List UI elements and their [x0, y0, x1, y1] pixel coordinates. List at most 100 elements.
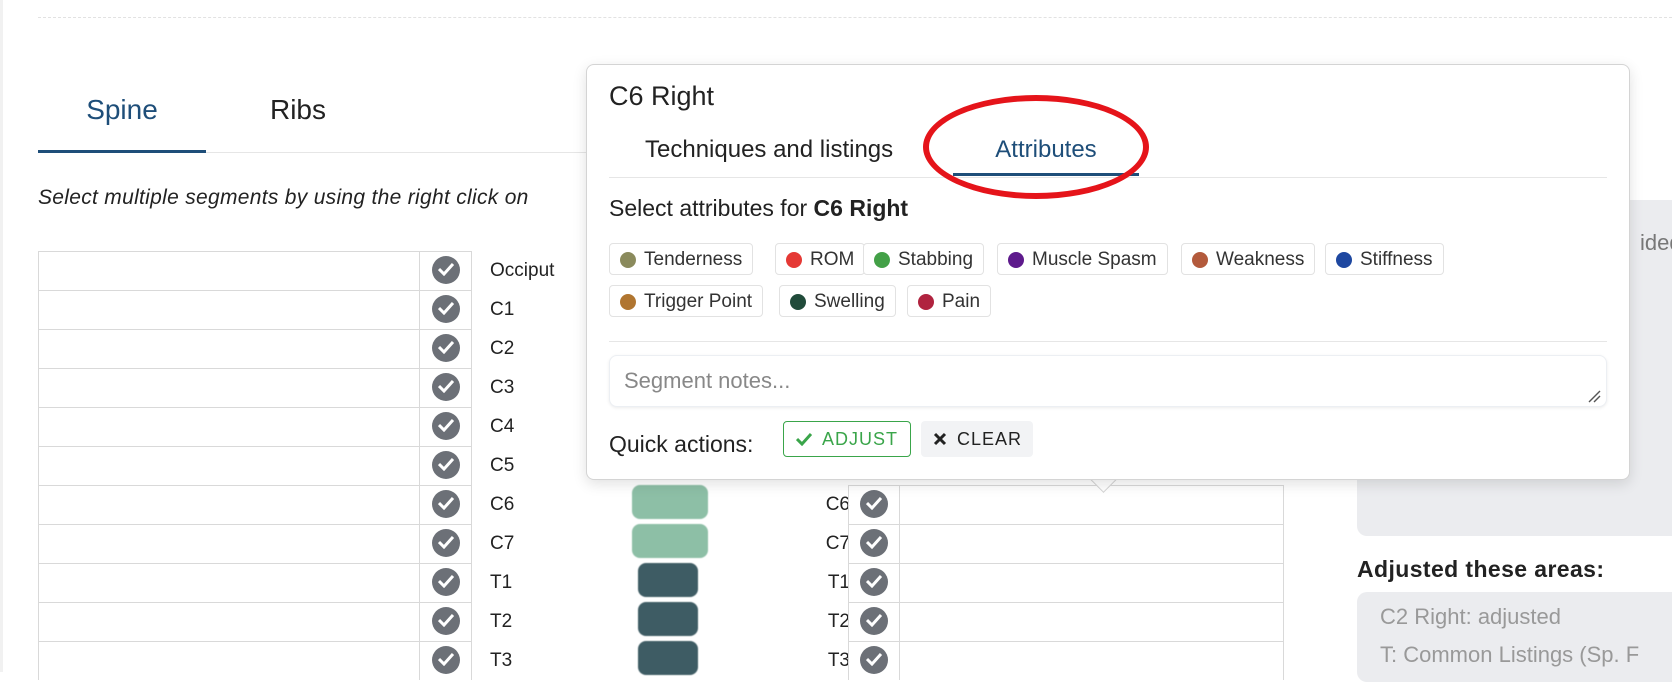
attribute-color-dot	[1192, 252, 1208, 268]
segment-left-cell[interactable]	[38, 407, 420, 446]
check-icon-glyph	[438, 419, 454, 432]
check-icon-glyph	[438, 575, 454, 588]
segment-label: C2	[490, 338, 515, 359]
check-circle-icon[interactable]	[432, 451, 460, 479]
check-circle-icon[interactable]	[860, 568, 888, 596]
segment-right-cell[interactable]	[900, 485, 1284, 524]
segment-label: Occiput	[490, 260, 555, 281]
segment-label: T2	[490, 611, 513, 632]
check-circle-icon[interactable]	[432, 334, 460, 362]
tab-spine[interactable]: Spine	[38, 78, 206, 153]
segment-left-cell[interactable]	[38, 524, 420, 563]
attribute-chip[interactable]: Trigger Point	[609, 285, 764, 317]
attribute-color-dot	[1008, 252, 1024, 268]
top-divider	[38, 17, 1672, 18]
segment-label: C3	[490, 377, 515, 398]
attribute-chip-label: Tenderness	[644, 249, 743, 270]
adjust-button[interactable]: ADJUST	[783, 421, 911, 457]
segment-label: C5	[490, 455, 515, 476]
attribute-color-dot	[790, 294, 806, 310]
attribute-color-dot	[1336, 252, 1352, 268]
segment-label: C6	[825, 494, 850, 515]
select-attributes-heading: Select attributes for C6 Right	[609, 195, 908, 222]
attribute-chip[interactable]: Stiffness	[1325, 243, 1444, 275]
attribute-chip[interactable]: Tenderness	[609, 243, 754, 275]
check-circle-icon[interactable]	[860, 607, 888, 635]
select-attributes-target: C6 Right	[813, 195, 909, 221]
check-circle-icon[interactable]	[432, 412, 460, 440]
segment-left-cell[interactable]	[38, 290, 420, 329]
clear-button[interactable]: CLEAR	[921, 421, 1033, 457]
attribute-color-dot	[918, 294, 934, 310]
check-icon-glyph	[866, 575, 882, 588]
attribute-chip[interactable]: Muscle Spasm	[997, 243, 1168, 275]
segment-label: C7	[490, 533, 515, 554]
check-circle-icon[interactable]	[432, 529, 460, 557]
check-circle-icon[interactable]	[432, 373, 460, 401]
attribute-chip[interactable]: Swelling	[779, 285, 896, 317]
check-circle-icon[interactable]	[860, 490, 888, 518]
segment-left-cell[interactable]	[38, 485, 420, 524]
check-icon-glyph	[438, 614, 454, 627]
check-icon-glyph	[438, 341, 454, 354]
segment-right-cell[interactable]	[900, 524, 1284, 563]
segment-label: C4	[490, 416, 515, 437]
segment-popover: C6 Right Techniques and listings Attribu…	[586, 64, 1630, 480]
attribute-chip[interactable]: Pain	[907, 285, 992, 317]
left-edge-border	[0, 0, 3, 672]
attribute-chip-label: Muscle Spasm	[1032, 249, 1157, 270]
attribute-chip-label: Weakness	[1216, 249, 1305, 270]
attribute-chip-label: Trigger Point	[644, 291, 753, 312]
segment-left-cell[interactable]	[38, 602, 420, 641]
segment-label: T1	[827, 572, 850, 593]
check-icon-glyph	[438, 458, 454, 471]
attribute-chip-label: Pain	[942, 291, 981, 312]
check-circle-icon[interactable]	[432, 607, 460, 635]
tab-attributes[interactable]: Attributes	[953, 125, 1139, 176]
vertebra-shape[interactable]	[632, 485, 708, 519]
attribute-chip[interactable]: Stabbing	[863, 243, 985, 275]
attribute-color-dot	[874, 252, 890, 268]
segment-right-cell[interactable]	[900, 602, 1284, 641]
check-circle-icon[interactable]	[860, 529, 888, 557]
adjusted-item: T: Common Listings (Sp. F	[1380, 642, 1640, 667]
segment-right-cell[interactable]	[900, 563, 1284, 602]
segment-left-cell[interactable]	[38, 563, 420, 602]
attribute-chip-label: Stiffness	[1360, 249, 1433, 270]
vertebra-shape[interactable]	[638, 563, 698, 597]
check-circle-icon[interactable]	[860, 646, 888, 674]
instructions-text: Select multiple segments by using the ri…	[38, 186, 529, 209]
close-icon	[933, 432, 947, 446]
check-circle-icon[interactable]	[432, 490, 460, 518]
attribute-chip[interactable]: ROM	[775, 243, 866, 275]
check-circle-icon[interactable]	[432, 646, 460, 674]
resize-handle-icon[interactable]	[1587, 389, 1601, 403]
segment-right-cell[interactable]	[900, 641, 1284, 680]
segment-left-cell[interactable]	[38, 446, 420, 485]
check-icon-glyph	[866, 497, 882, 510]
check-icon-glyph	[438, 302, 454, 315]
attribute-chip[interactable]: Weakness	[1181, 243, 1316, 275]
vertebra-shape[interactable]	[638, 602, 698, 636]
vertebra-shape[interactable]	[638, 641, 698, 675]
segment-left-cell[interactable]	[38, 368, 420, 407]
check-circle-icon[interactable]	[432, 295, 460, 323]
popover-title: C6 Right	[609, 81, 715, 111]
attribute-chip-label: Stabbing	[898, 249, 974, 270]
vertebra-shape[interactable]	[632, 524, 708, 558]
select-attributes-prefix: Select attributes for	[609, 195, 814, 221]
tab-techniques-and-listings[interactable]: Techniques and listings	[645, 125, 893, 175]
tab-ribs[interactable]: Ribs	[228, 78, 368, 150]
check-icon-glyph	[438, 380, 454, 393]
check-icon-glyph	[866, 614, 882, 627]
segment-left-cell[interactable]	[38, 641, 420, 680]
quick-actions-label: Quick actions:	[609, 431, 754, 457]
attribute-color-dot	[620, 294, 636, 310]
check-circle-icon[interactable]	[432, 256, 460, 284]
segment-notes-input[interactable]	[609, 355, 1607, 407]
segment-label: C1	[490, 299, 515, 320]
attribute-chip-label: Swelling	[814, 291, 885, 312]
check-circle-icon[interactable]	[432, 568, 460, 596]
segment-left-cell[interactable]	[38, 251, 420, 290]
segment-left-cell[interactable]	[38, 329, 420, 368]
